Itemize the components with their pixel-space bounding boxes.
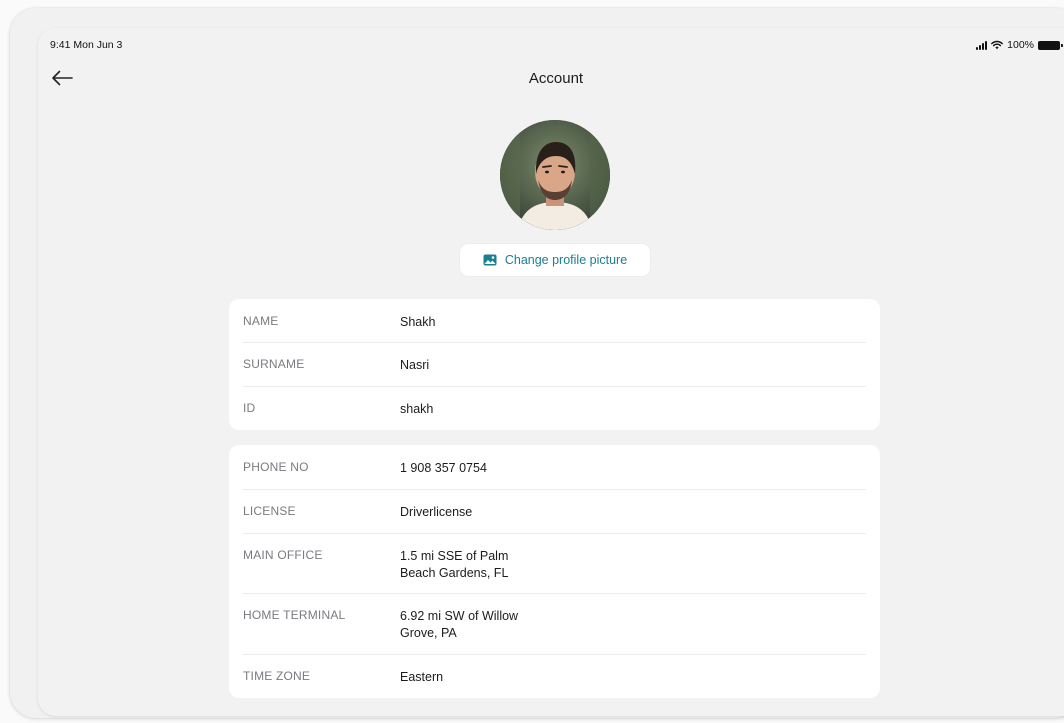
info-row-phone: PHONE NO 1 908 357 0754	[243, 445, 866, 490]
row-label: LICENSE	[243, 504, 296, 518]
info-row-id: ID shakh	[243, 387, 866, 430]
row-value: 1 908 357 0754	[400, 461, 487, 475]
row-label: MAIN OFFICE	[243, 548, 323, 562]
info-row-surname: SURNAME Nasri	[243, 343, 866, 387]
row-value: Eastern	[400, 670, 444, 684]
info-row-home-terminal: HOME TERMINAL 6.92 mi SW of Willow Grove…	[243, 594, 866, 655]
app-screen: 9:41 Mon Jun 3 100% Account Change profi…	[38, 28, 1064, 716]
row-label: SURNAME	[243, 357, 305, 371]
details-card: PHONE NO 1 908 357 0754 LICENSE Driverli…	[229, 445, 880, 698]
battery-icon	[1038, 40, 1063, 50]
row-label: NAME	[243, 314, 279, 328]
info-row-name: NAME Shakh	[243, 299, 866, 343]
row-label: ID	[243, 401, 256, 415]
info-row-time-zone: TIME ZONE Eastern	[243, 655, 866, 698]
status-time: 9:41 Mon Jun 3	[50, 39, 123, 51]
status-indicators: 100%	[976, 39, 1063, 51]
identity-card: NAME Shakh SURNAME Nasri ID shakh	[229, 299, 880, 430]
row-value: 1.5 mi SSE of Palm Beach Gardens, FL	[400, 549, 509, 580]
battery-percentage: 100%	[1007, 39, 1034, 51]
row-value: Driverlicense	[400, 505, 473, 519]
profile-avatar	[500, 120, 610, 230]
change-profile-picture-button[interactable]: Change profile picture	[460, 244, 650, 276]
page-title: Account	[528, 70, 584, 87]
row-label: HOME TERMINAL	[243, 608, 346, 622]
row-value: 6.92 mi SW of Willow Grove, PA	[400, 609, 519, 640]
cellular-signal-icon	[976, 40, 988, 50]
change-profile-picture-label: Change profile picture	[504, 253, 628, 267]
wifi-icon	[991, 40, 1004, 50]
row-label: TIME ZONE	[243, 669, 311, 683]
tablet-frame: 9:41 Mon Jun 3 100% Account Change profi…	[10, 8, 1064, 718]
profile-photo	[500, 120, 610, 230]
row-label: PHONE NO	[243, 460, 309, 474]
row-value: Nasri	[400, 358, 430, 372]
navigation-bar: Account	[38, 60, 1064, 96]
info-row-main-office: MAIN OFFICE 1.5 mi SSE of Palm Beach Gar…	[243, 534, 866, 594]
row-value: shakh	[400, 402, 434, 416]
status-bar: 9:41 Mon Jun 3 100%	[38, 36, 1064, 56]
image-icon	[483, 254, 497, 266]
info-row-license: LICENSE Driverlicense	[243, 490, 866, 534]
row-value: Shakh	[400, 315, 436, 329]
